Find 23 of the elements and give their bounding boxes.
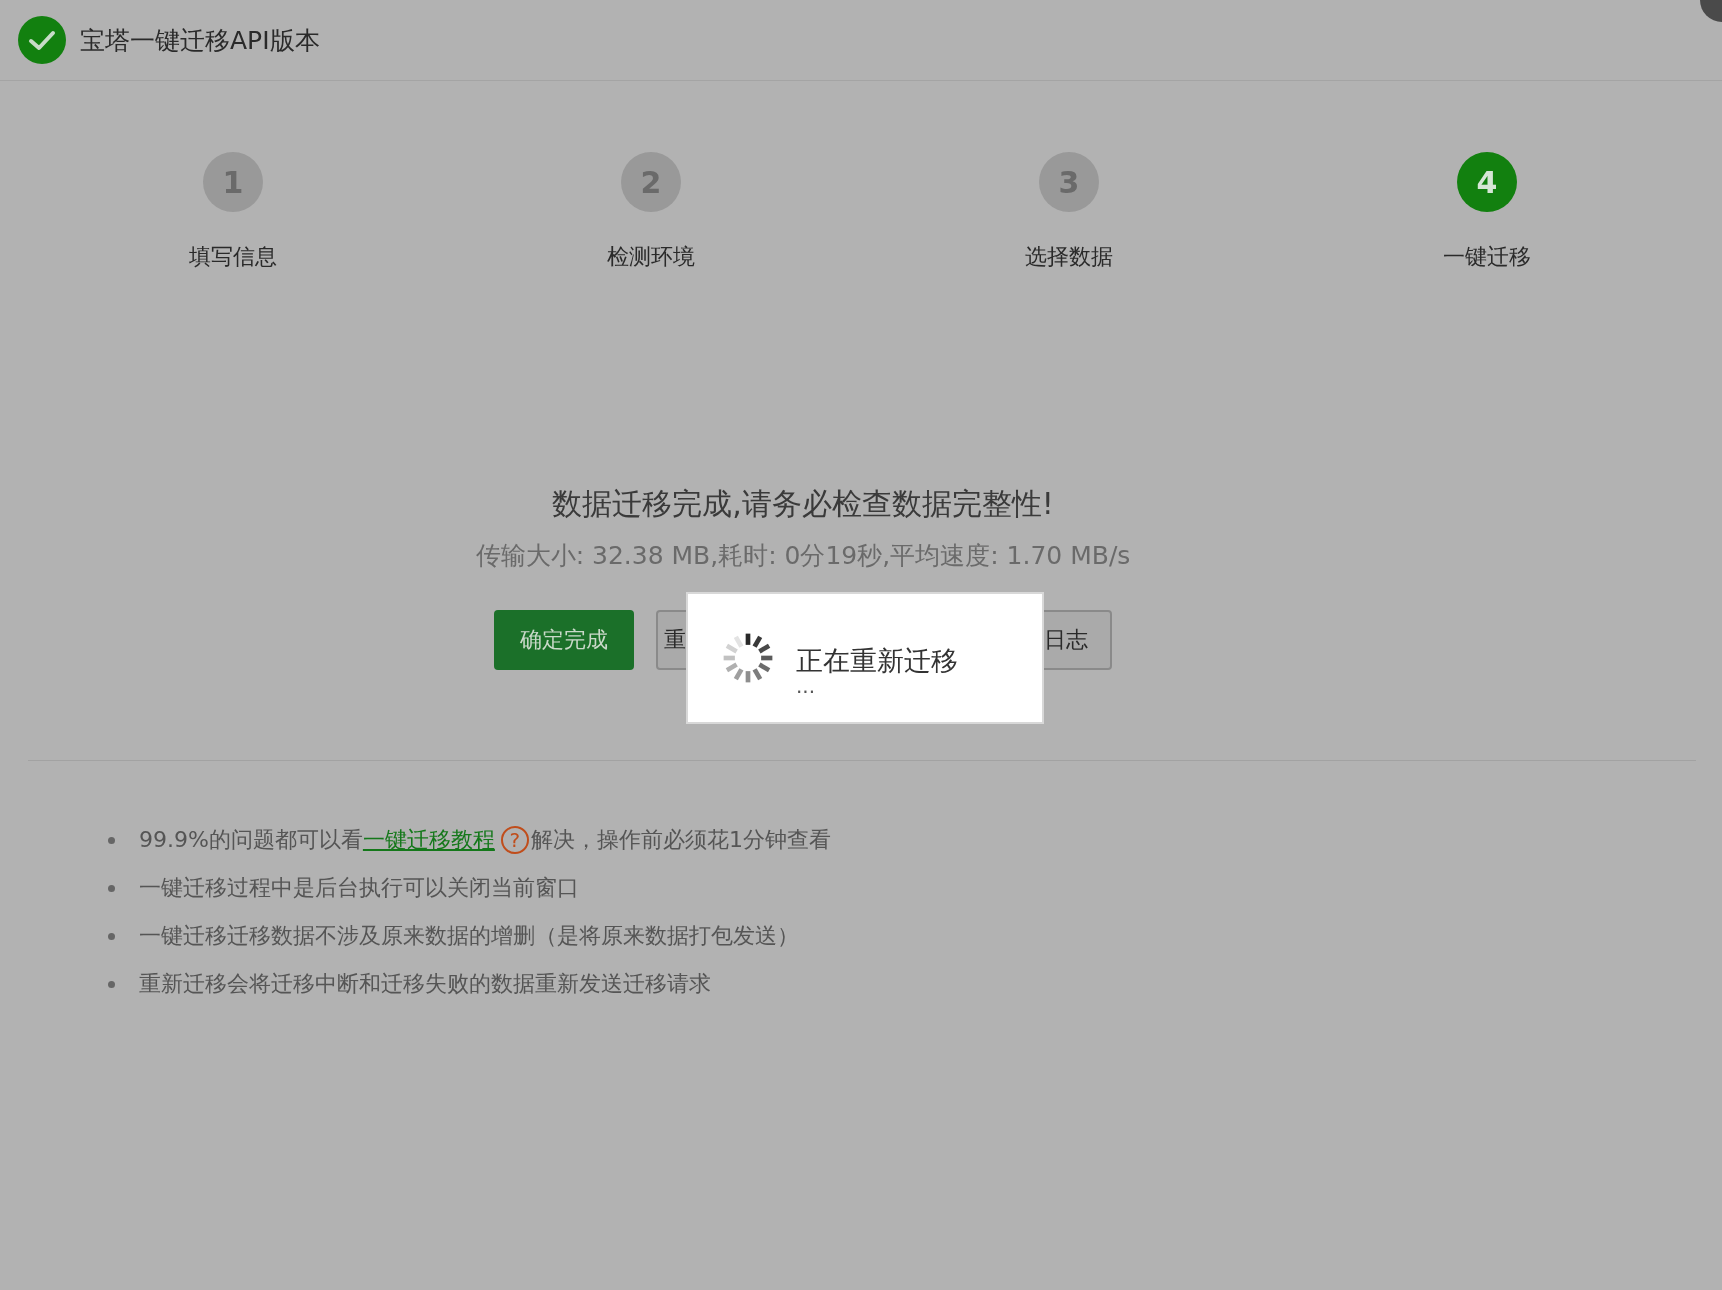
transfer-summary: 传输大小: 32.38 MB,耗时: 0分19秒,平均速度: 1.70 MB/s bbox=[475, 540, 1131, 572]
note-text: 一键迁移迁移数据不涉及原来数据的增删（是将原来数据打包发送） bbox=[139, 922, 799, 950]
step-number: 4 bbox=[1457, 152, 1517, 212]
note-text: 重新迁移会将迁移中断和迁移失败的数据重新发送迁移请求 bbox=[139, 970, 711, 998]
step-label: 选择数据 bbox=[1025, 243, 1113, 271]
loading-ellipsis: ... bbox=[796, 679, 817, 693]
step-label: 填写信息 bbox=[189, 243, 277, 271]
step-label: 检测环境 bbox=[607, 243, 695, 271]
note-text: 解决，操作前必须花1分钟查看 bbox=[530, 826, 831, 854]
check-icon bbox=[18, 16, 66, 64]
help-icon[interactable]: ? bbox=[500, 826, 529, 854]
loading-message: 正在重新迁移 bbox=[796, 644, 958, 678]
action-button[interactable]: 确定完成 bbox=[494, 610, 634, 670]
note-text: 一键迁移过程中是后台执行可以关闭当前窗口 bbox=[139, 874, 579, 902]
result-heading: 数据迁移完成,请务必检查数据完整性! bbox=[552, 485, 1054, 523]
step-label: 一键迁移 bbox=[1443, 243, 1531, 271]
note-text: 99.9%的问题都可以看 bbox=[139, 826, 363, 854]
tutorial-link[interactable]: 一键迁移教程 bbox=[362, 825, 495, 855]
window-title: 宝塔一键迁移API版本 bbox=[80, 24, 320, 57]
bullet-icon bbox=[108, 932, 115, 940]
bullet-icon bbox=[108, 884, 115, 892]
bullet-icon bbox=[108, 836, 115, 844]
bullet-icon bbox=[108, 980, 115, 988]
